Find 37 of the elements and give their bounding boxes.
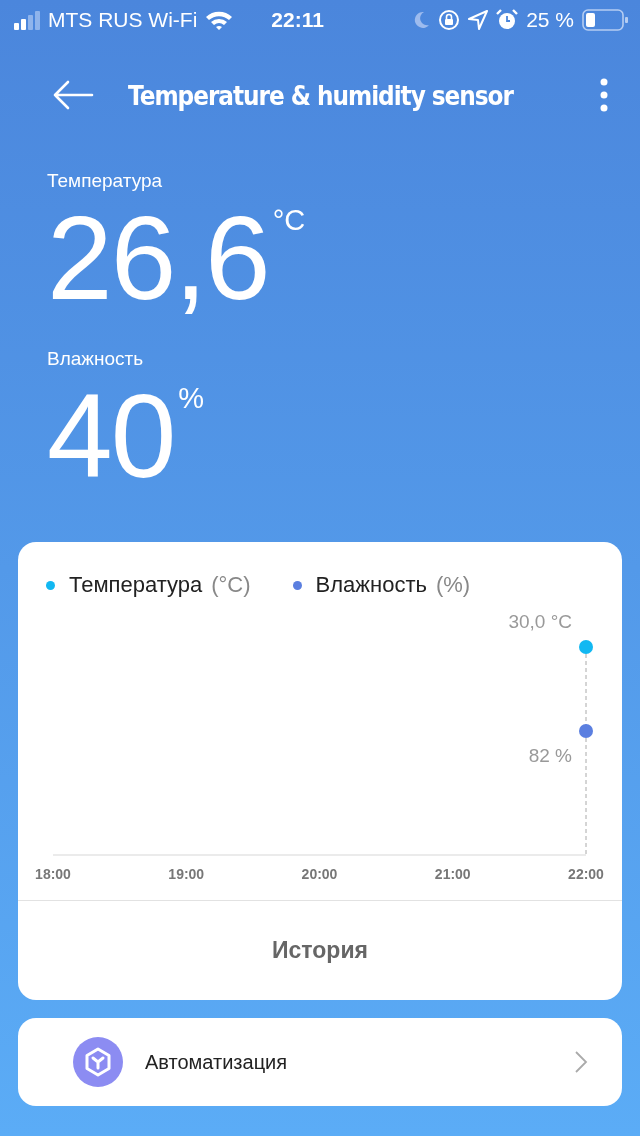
battery-percent: 25 %	[526, 8, 574, 32]
legend-label: Влажность	[315, 572, 427, 598]
alarm-icon	[496, 9, 519, 31]
automation-label: Автоматизация	[145, 1050, 289, 1074]
signal-icon	[14, 10, 40, 30]
reading-unit: °C	[272, 204, 306, 237]
value-label: 82 %	[528, 745, 572, 766]
back-icon[interactable]	[52, 80, 94, 110]
reading-value: 40	[47, 370, 175, 502]
legend-unit: (%)	[436, 572, 471, 598]
legend-label: Температура	[69, 572, 203, 598]
data-point	[579, 640, 593, 654]
history-button[interactable]: История	[18, 901, 622, 1000]
cube-icon	[73, 1037, 123, 1087]
axis-tick-label: 18:00	[35, 866, 71, 882]
moon-icon	[412, 10, 431, 30]
reading-label: Влажность	[47, 348, 144, 370]
battery-icon	[582, 9, 628, 31]
legend-unit: (°C)	[211, 572, 251, 598]
value-label: 30,0 °C	[508, 611, 572, 632]
axis-tick-label: 22:00	[568, 866, 604, 882]
rotation-lock-icon	[438, 9, 461, 31]
axis-tick-label: 21:00	[434, 866, 471, 882]
wifi-icon	[205, 10, 234, 30]
reading-value: 26,6	[47, 192, 269, 324]
screen-title: Temperature & humidity sensor	[128, 79, 515, 111]
axis-tick-label: 19:00	[168, 866, 205, 882]
automation-row[interactable]: Автоматизация	[18, 1018, 622, 1106]
carrier-name: MTS RUS Wi-Fi	[48, 8, 198, 32]
axis-tick-label: 20:00	[301, 866, 338, 882]
reading-unit: %	[178, 382, 205, 415]
location-icon	[468, 10, 489, 30]
reading-label: Температура	[47, 170, 163, 192]
data-point	[579, 724, 593, 738]
chevron-right-icon	[574, 1050, 588, 1074]
clock-time: 22:11	[271, 8, 324, 32]
more-icon[interactable]	[600, 78, 608, 112]
